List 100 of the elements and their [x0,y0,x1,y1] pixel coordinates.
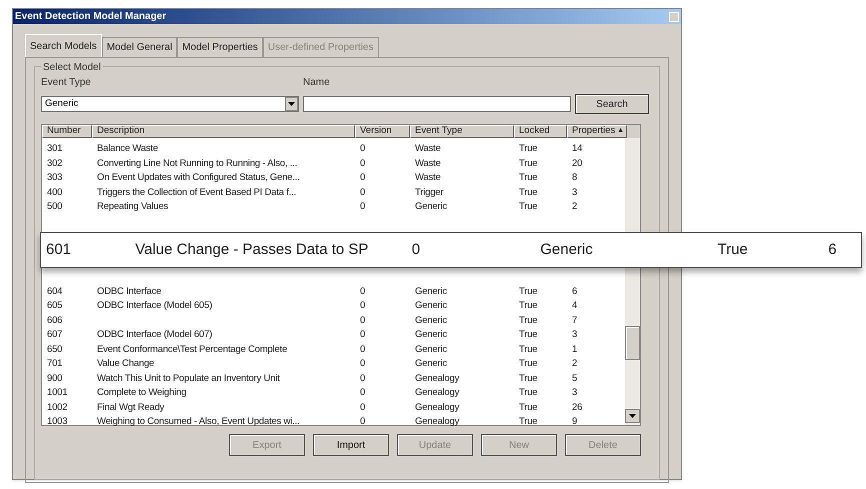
table-cell: 301 [47,143,62,154]
table-cell: Repeating Values [97,201,168,212]
table-cell: 0 [360,416,366,428]
table-cell: 1 [572,344,578,355]
tab[interactable]: Model General [102,37,178,57]
table-cell: 2 [572,201,578,212]
table-cell: 3 [572,329,578,340]
table-cell: Genealogy [415,416,460,428]
table-cell: 0 [360,172,366,184]
table-cell: 500 [47,201,62,212]
table-cell: True [717,241,748,258]
table-cell: Trigger [415,186,444,198]
table-cell: Waste [415,143,441,154]
table-cell: True [519,372,538,384]
table-cell: Complete to Weighing [97,387,186,398]
table-cell: True [519,143,538,154]
table-cell: 0 [360,201,366,212]
table-cell: 0 [360,387,366,398]
table-cell: Genealogy [415,402,460,413]
table-cell: Final Wgt Ready [97,402,164,413]
table-cell: Value Change [97,358,154,370]
table-cell: True [519,286,538,297]
table-cell: 900 [47,372,62,384]
table-cell: 9 [572,416,578,428]
table-cell: 607 [47,329,62,340]
table-cell: ODBC Interface (Model 607) [97,329,212,340]
scroll-down-icon[interactable] [625,409,640,423]
table-cell: 400 [47,186,62,198]
table-cell: 6 [828,241,837,258]
table-cell: Balance Waste [97,143,158,154]
table-cell: 3 [572,387,578,398]
table-cell: 601 [46,241,72,258]
table-cell: Generic [415,314,447,326]
table-cell: True [519,314,538,326]
table-cell: Converting Line Not Running to Running - Also, ... [97,158,298,169]
scroll-thumb[interactable] [625,326,640,360]
table-cell: 5 [572,372,578,384]
window-title: Event Detection Model Manager [15,10,166,24]
table-cell: 1001 [47,387,68,398]
table-cell: ODBC Interface (Model 605) [97,300,212,312]
table-cell: Generic [540,241,593,258]
table-cell: Value Change - Passes Data to SP [135,241,368,258]
column-header[interactable]: Version [355,125,410,138]
table-cell: 2 [572,358,578,370]
table-cell: Generic [415,329,447,340]
tab[interactable]: Model Properties [177,37,263,57]
table-cell: Triggers the Collection of Event Based PI Data f... [97,186,296,198]
table-cell: 0 [360,344,366,355]
table-cell: 7 [572,314,578,326]
table-cell: True [519,344,538,355]
table-cell: 605 [47,300,62,312]
table-cell: 0 [360,372,366,384]
table-cell: 0 [360,286,366,297]
table-cell: Genealogy [415,387,460,398]
table-cell: 0 [360,300,366,312]
column-header[interactable]: Number [42,125,92,138]
table-cell: Generic [415,286,447,297]
table-cell: 1003 [47,416,68,428]
table-cell: 0 [360,158,366,169]
table-cell: 0 [360,143,366,154]
table-cell: 0 [360,186,366,198]
table-cell: On Event Updates with Configured Status, Gene... [97,172,300,184]
search-button[interactable]: Search [575,94,649,114]
table-cell: ODBC Interface [97,286,162,297]
table-cell: 604 [47,286,62,297]
field-label: Event Type [41,76,92,90]
table-cell: True [519,416,538,428]
table-cell: Weighing to Consumed - Also, Event Updates wi... [97,416,300,428]
table-cell: True [519,300,538,312]
tab[interactable]: Search Models [25,34,102,57]
table-cell: Generic [415,344,447,355]
table-cell: 20 [572,158,582,169]
table-cell: 701 [47,358,62,370]
field-label: Name [303,76,330,90]
table-cell: True [519,358,538,370]
table-cell: 302 [47,158,62,169]
table-cell: 26 [572,402,582,413]
table-cell: 0 [412,241,420,258]
column-header[interactable]: Event Type [410,125,514,138]
table-cell: Generic [415,201,447,212]
name-field[interactable] [303,96,571,112]
table-cell: Generic [415,358,447,370]
table-cell: True [519,158,538,169]
table-cell: Generic [415,300,447,312]
column-header[interactable]: Description [92,125,355,138]
action-button[interactable]: Import [313,434,389,456]
table-cell: 3 [572,186,578,198]
table-cell: 650 [47,344,62,355]
table-cell: 0 [360,402,366,413]
table-cell: Watch This Unit to Populate an Inventory Unit [97,372,280,384]
table-cell: 0 [360,358,366,370]
table-cell: Waste [415,172,441,184]
table-cell: 8 [572,172,578,184]
table-cell: Genealogy [415,372,460,384]
table-cell: True [519,172,538,184]
column-header[interactable]: Locked [514,125,567,138]
table-cell: True [519,387,538,398]
event-type-dropdown[interactable]: Generic [41,96,299,112]
table-cell: True [519,186,538,198]
table-cell: Event Conformance\Test Percentage Complete [97,344,288,355]
